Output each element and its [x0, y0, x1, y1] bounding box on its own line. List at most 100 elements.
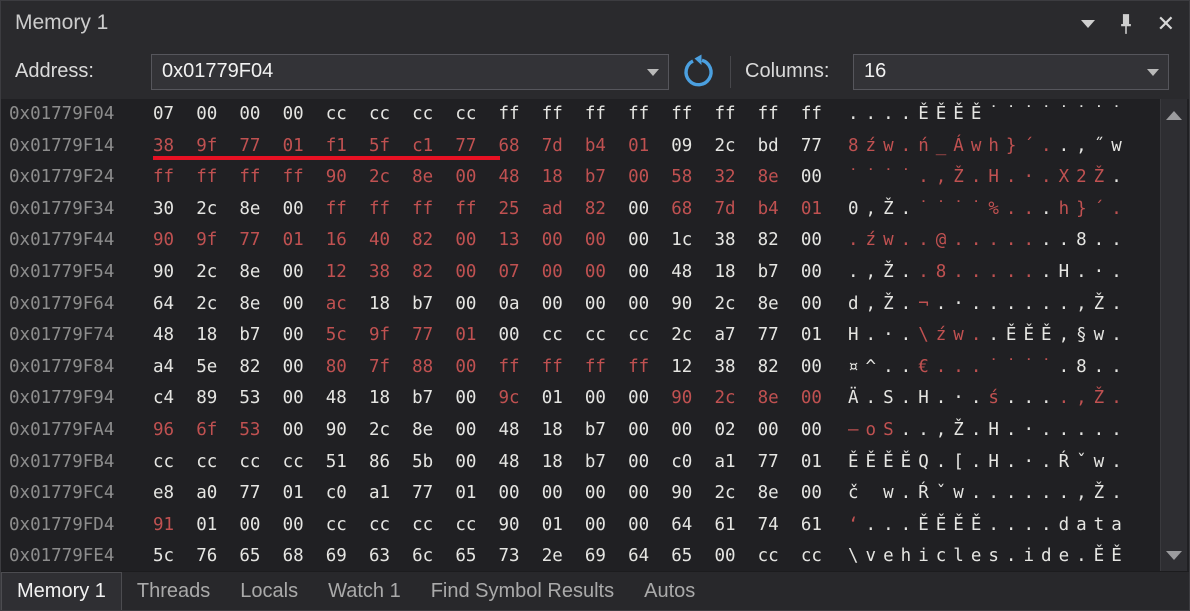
hex-byte[interactable]: 69	[326, 541, 369, 572]
hex-byte[interactable]: 16	[326, 225, 369, 257]
hex-byte[interactable]: ff	[628, 99, 671, 131]
hex-byte[interactable]: 6c	[412, 541, 455, 572]
hex-byte[interactable]: 82	[585, 194, 628, 226]
hex-byte[interactable]: 00	[628, 194, 671, 226]
ascii-text[interactable]: .,Ž..8......H.·.	[848, 257, 1129, 289]
hex-byte[interactable]: 30	[153, 194, 196, 226]
hex-byte[interactable]: 86	[369, 447, 412, 479]
hex-byte[interactable]: b7	[758, 257, 801, 289]
hex-byte[interactable]: bd	[758, 131, 801, 163]
hex-byte[interactable]: ff	[412, 194, 455, 226]
hex-byte[interactable]: 90	[153, 257, 196, 289]
hex-byte[interactable]: 82	[758, 225, 801, 257]
hex-byte[interactable]: 00	[628, 289, 671, 321]
hex-byte[interactable]: 32	[714, 162, 757, 194]
hex-byte[interactable]: cc	[801, 541, 844, 572]
hex-byte[interactable]: cc	[196, 447, 239, 479]
ascii-text[interactable]: ¤^..€...˙˙˙˙.8..	[848, 352, 1129, 384]
hex-byte[interactable]: 12	[326, 257, 369, 289]
hex-byte[interactable]: 8e	[758, 289, 801, 321]
hex-byte[interactable]: 82	[758, 352, 801, 384]
hex-byte[interactable]: 80	[326, 352, 369, 384]
hex-byte[interactable]: 00	[628, 257, 671, 289]
hex-byte[interactable]: 77	[412, 478, 455, 510]
hex-byte[interactable]: 00	[283, 320, 326, 352]
hex-byte[interactable]: 9f	[369, 320, 412, 352]
hex-byte[interactable]: cc	[369, 99, 412, 131]
hex-byte[interactable]: 00	[455, 415, 498, 447]
hex-byte[interactable]: 48	[326, 383, 369, 415]
hex-byte[interactable]: ff	[499, 99, 542, 131]
chevron-down-icon[interactable]	[1081, 20, 1095, 28]
hex-byte[interactable]: ff	[585, 99, 628, 131]
hex-byte[interactable]: 51	[326, 447, 369, 479]
hex-byte[interactable]: ff	[542, 99, 585, 131]
ascii-text[interactable]: –oS..,Ž.H.·.....	[848, 415, 1129, 447]
hex-byte[interactable]: 00	[714, 541, 757, 572]
hex-byte[interactable]: 8e	[239, 257, 282, 289]
hex-byte[interactable]: 5c	[326, 320, 369, 352]
ascii-text[interactable]: č w.Ŕˇw......,Ž.	[848, 478, 1129, 510]
hex-byte[interactable]: 01	[283, 478, 326, 510]
hex-byte[interactable]: 25	[499, 194, 542, 226]
hex-byte[interactable]: 48	[499, 415, 542, 447]
close-icon[interactable]: ✕	[1157, 13, 1175, 35]
hex-byte[interactable]: 00	[542, 289, 585, 321]
hex-byte[interactable]: 00	[628, 415, 671, 447]
hex-byte[interactable]: ff	[801, 99, 844, 131]
hex-byte[interactable]: 00	[455, 225, 498, 257]
hex-byte[interactable]: e8	[153, 478, 196, 510]
hex-byte[interactable]: cc	[542, 320, 585, 352]
hex-byte[interactable]: 00	[283, 99, 326, 131]
hex-byte[interactable]: 2e	[542, 541, 585, 572]
hex-byte[interactable]: b7	[585, 447, 628, 479]
hex-byte[interactable]: 7f	[369, 352, 412, 384]
hex-byte[interactable]: 00	[455, 383, 498, 415]
hex-byte[interactable]: 00	[283, 510, 326, 542]
hex-byte[interactable]: 00	[801, 352, 844, 384]
columns-value[interactable]: 16	[864, 60, 886, 83]
hex-byte[interactable]: 00	[239, 99, 282, 131]
hex-byte[interactable]: ff	[542, 352, 585, 384]
hex-byte[interactable]: 02	[714, 415, 757, 447]
hex-byte[interactable]: 2c	[714, 383, 757, 415]
hex-byte[interactable]: 01	[196, 510, 239, 542]
hex-byte[interactable]: 90	[671, 478, 714, 510]
hex-byte[interactable]: 01	[801, 447, 844, 479]
hex-byte[interactable]: 48	[671, 257, 714, 289]
hex-byte[interactable]: 00	[196, 99, 239, 131]
hex-byte[interactable]: 48	[153, 320, 196, 352]
hex-byte[interactable]: 00	[283, 257, 326, 289]
hex-byte[interactable]: 68	[671, 194, 714, 226]
hex-byte[interactable]: 8e	[758, 478, 801, 510]
hex-byte[interactable]: cc	[153, 447, 196, 479]
hex-byte[interactable]: 64	[671, 510, 714, 542]
hex-byte[interactable]: 00	[801, 415, 844, 447]
hex-byte[interactable]: c4	[153, 383, 196, 415]
hex-byte[interactable]: 00	[628, 447, 671, 479]
hex-byte[interactable]: 90	[326, 415, 369, 447]
hex-byte[interactable]: 73	[499, 541, 542, 572]
hex-byte[interactable]: 48	[499, 447, 542, 479]
hex-byte[interactable]: a1	[714, 447, 757, 479]
address-value[interactable]: 0x01779F04	[162, 60, 273, 83]
hex-byte[interactable]: 00	[628, 225, 671, 257]
hex-byte[interactable]: b4	[758, 194, 801, 226]
hex-byte[interactable]: 8e	[239, 194, 282, 226]
hex-byte[interactable]: 7d	[542, 131, 585, 163]
tab-watch-1[interactable]: Watch 1	[313, 572, 416, 610]
ascii-text[interactable]: H.·.\źw..ĚĚĚ,§w.	[848, 320, 1129, 352]
hex-byte[interactable]: 96	[153, 415, 196, 447]
address-combobox[interactable]: 0x01779F04	[151, 54, 669, 90]
ascii-text[interactable]: 8źw.ń_Áwh}´..,˝w	[848, 131, 1129, 163]
hex-byte[interactable]: 2c	[196, 289, 239, 321]
hex-byte[interactable]: 64	[153, 289, 196, 321]
hex-byte[interactable]: 8e	[239, 289, 282, 321]
scroll-up-icon[interactable]	[1166, 111, 1182, 120]
hex-byte[interactable]: 8e	[412, 415, 455, 447]
hex-byte[interactable]: 77	[412, 320, 455, 352]
columns-combobox[interactable]: 16	[853, 54, 1169, 90]
hex-byte[interactable]: ff	[714, 99, 757, 131]
hex-byte[interactable]: 18	[196, 320, 239, 352]
ascii-text[interactable]: \vehicles.ide.ĚĚ	[848, 541, 1129, 572]
